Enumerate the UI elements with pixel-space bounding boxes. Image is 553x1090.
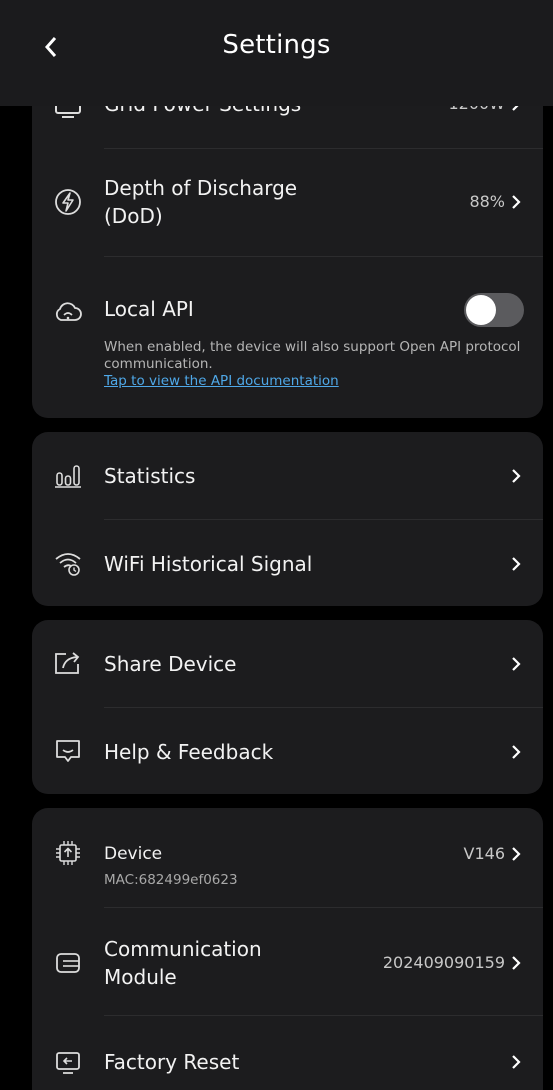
chevron-right-icon — [509, 654, 523, 674]
api-documentation-link[interactable]: Tap to view the API documentation — [104, 373, 339, 389]
local-api-row: Local API When enabled, the device will … — [32, 257, 543, 418]
dod-value: 88% — [469, 192, 505, 211]
data-card: Statistics WiFi Historical Signal — [32, 432, 543, 606]
feedback-icon — [53, 736, 83, 766]
statistics-label: Statistics — [104, 464, 196, 488]
dod-label-line1: Depth of Discharge — [104, 176, 298, 200]
wifi-history-icon — [53, 548, 83, 578]
share-device-label: Share Device — [104, 652, 237, 676]
local-api-description: When enabled, the device will also suppo… — [104, 339, 521, 372]
help-feedback-label: Help & Feedback — [104, 740, 274, 764]
device-row[interactable]: Device MAC:682499ef0623 V146 — [32, 808, 543, 907]
chevron-right-icon — [509, 844, 523, 864]
depth-of-discharge-row[interactable]: Depth of Discharge (DoD) 88% — [32, 149, 543, 256]
power-settings-card: Grid Power Settings 1200W Depth of Disch… — [32, 60, 543, 418]
chevron-right-icon — [509, 466, 523, 486]
help-feedback-row[interactable]: Help & Feedback — [32, 708, 543, 794]
chevron-right-icon — [509, 953, 523, 973]
toggle-knob — [466, 295, 496, 325]
top-bar: Settings — [0, 0, 553, 106]
chevron-right-icon — [509, 1052, 523, 1072]
module-icon — [53, 948, 83, 978]
local-api-toggle[interactable] — [464, 293, 524, 327]
device-mac: MAC:682499ef0623 — [104, 872, 238, 888]
reset-icon — [53, 1048, 83, 1078]
wifi-historical-signal-label: WiFi Historical Signal — [104, 552, 313, 576]
chip-icon — [53, 838, 83, 868]
support-card: Share Device Help & Feedback — [32, 620, 543, 794]
comm-module-value: 202409090159 — [382, 953, 505, 972]
communication-module-row[interactable]: Communication Module 202409090159 — [32, 908, 543, 1015]
factory-reset-label: Factory Reset — [104, 1050, 240, 1074]
wifi-historical-signal-row[interactable]: WiFi Historical Signal — [32, 520, 543, 606]
chevron-right-icon — [509, 742, 523, 762]
lightning-icon — [53, 187, 83, 217]
factory-reset-row[interactable]: Factory Reset — [32, 1016, 543, 1090]
device-firmware-value: V146 — [463, 844, 505, 863]
device-card: Device MAC:682499ef0623 V146 Communicati… — [32, 808, 543, 1090]
local-api-label: Local API — [104, 297, 194, 321]
chevron-right-icon — [509, 554, 523, 574]
chevron-right-icon — [509, 192, 523, 212]
bar-chart-icon — [53, 460, 83, 490]
dod-label-line2: (DoD) — [104, 204, 163, 228]
share-device-row[interactable]: Share Device — [32, 620, 543, 707]
comm-module-label-line2: Module — [104, 965, 177, 989]
cloud-wifi-icon — [53, 297, 83, 327]
share-icon — [53, 648, 83, 678]
device-label: Device — [104, 844, 163, 864]
comm-module-label-line1: Communication — [104, 937, 262, 961]
statistics-row[interactable]: Statistics — [32, 432, 543, 519]
page-title: Settings — [222, 30, 331, 60]
